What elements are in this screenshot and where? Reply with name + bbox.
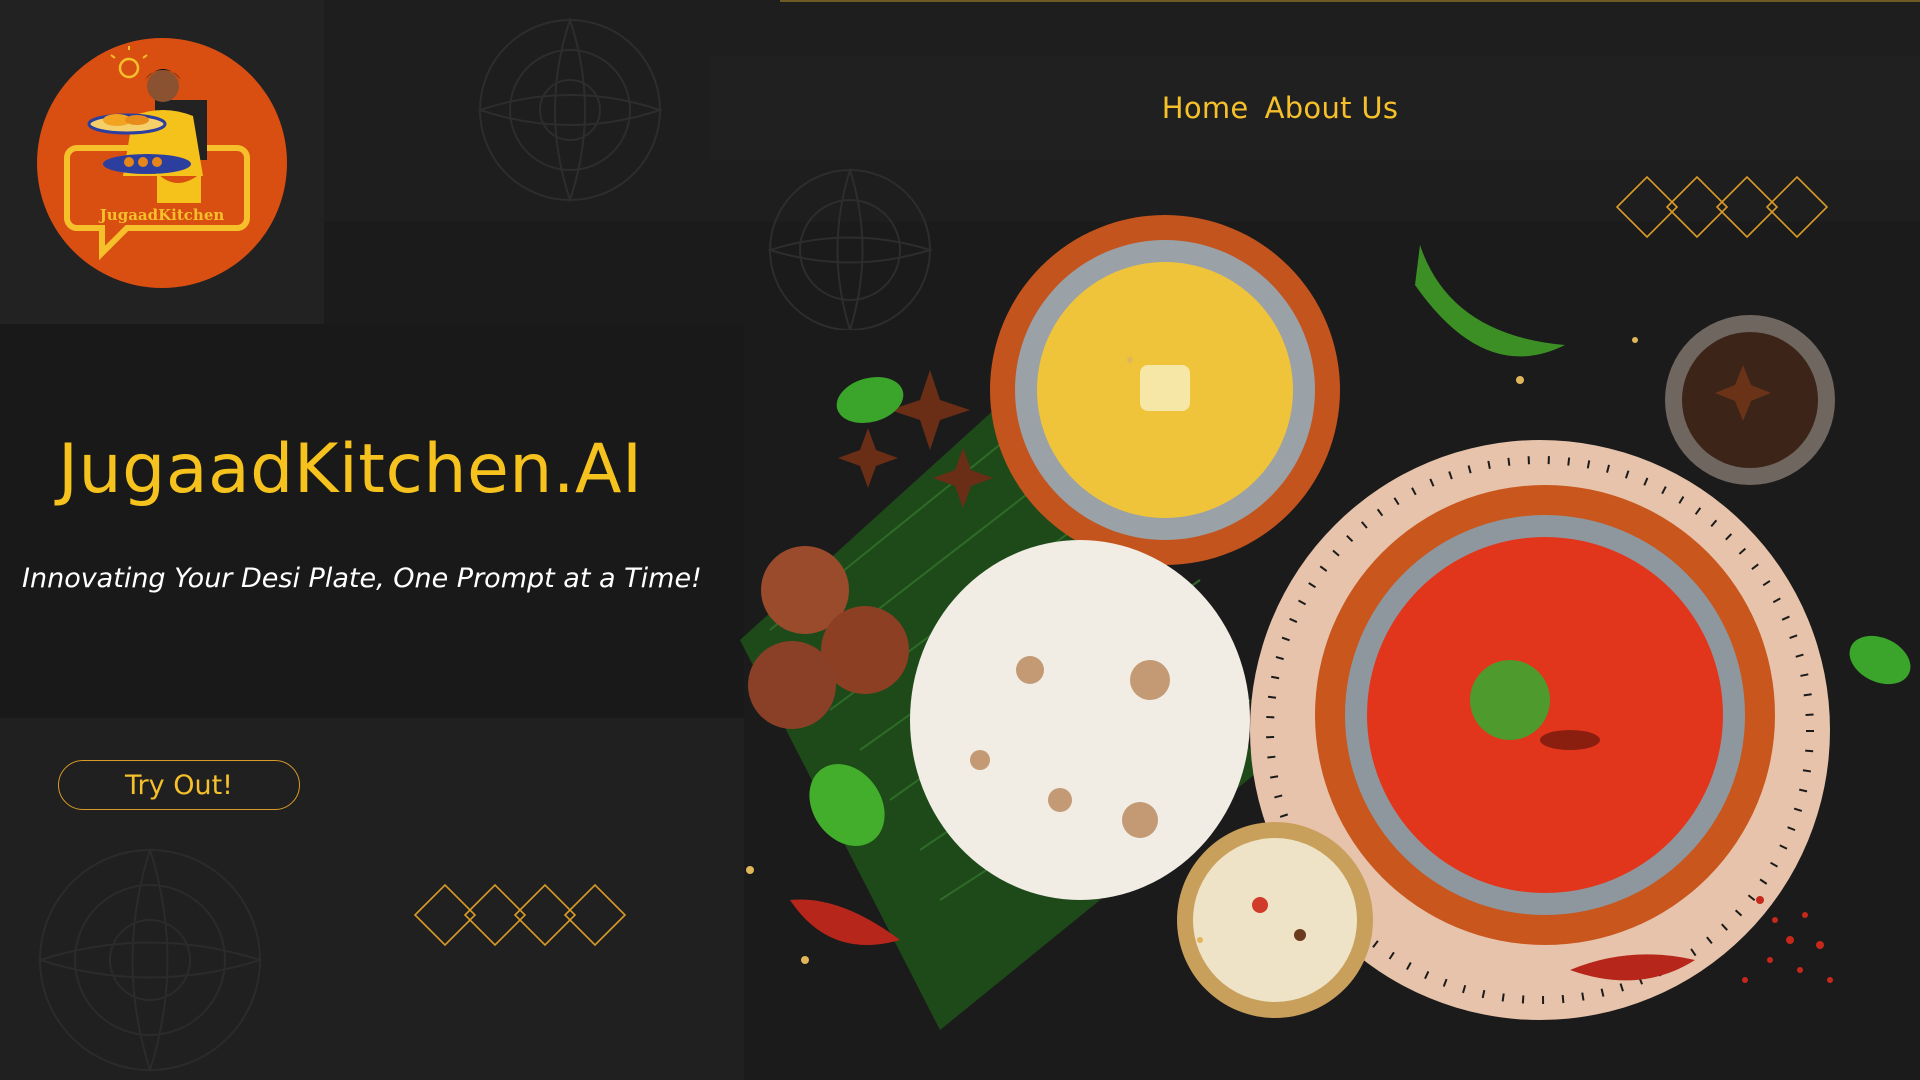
- curry-bowl-icon: [1315, 485, 1775, 945]
- curry-leaf-icon: [836, 376, 904, 424]
- nav-about-us-link[interactable]: About Us: [1265, 91, 1399, 125]
- green-chilli-icon: [1415, 245, 1565, 357]
- logo-text: JugaadKitchen: [99, 206, 225, 224]
- tagline: Innovating Your Desi Plate, One Prompt a…: [22, 563, 702, 594]
- page-title: JugaadKitchen.AI: [58, 430, 643, 509]
- nav-home-link[interactable]: Home: [1162, 91, 1249, 125]
- curry-leaf-icon: [1849, 635, 1911, 685]
- diamond-ornament-left: [413, 883, 627, 947]
- spice-bowl-icon: [1665, 315, 1835, 485]
- hero-panel: [0, 324, 744, 718]
- dal-bowl-icon: [990, 215, 1340, 565]
- indian-thali-illustration: [740, 215, 1911, 1030]
- chef-woman-logo-icon: [64, 46, 250, 261]
- top-navigation: Home About Us: [710, 56, 1920, 160]
- raita-bowl-icon: [1177, 822, 1373, 1018]
- naan-icon: [910, 540, 1250, 900]
- brand-logo[interactable]: JugaadKitchen: [37, 38, 287, 288]
- try-out-button[interactable]: Try Out!: [58, 760, 300, 810]
